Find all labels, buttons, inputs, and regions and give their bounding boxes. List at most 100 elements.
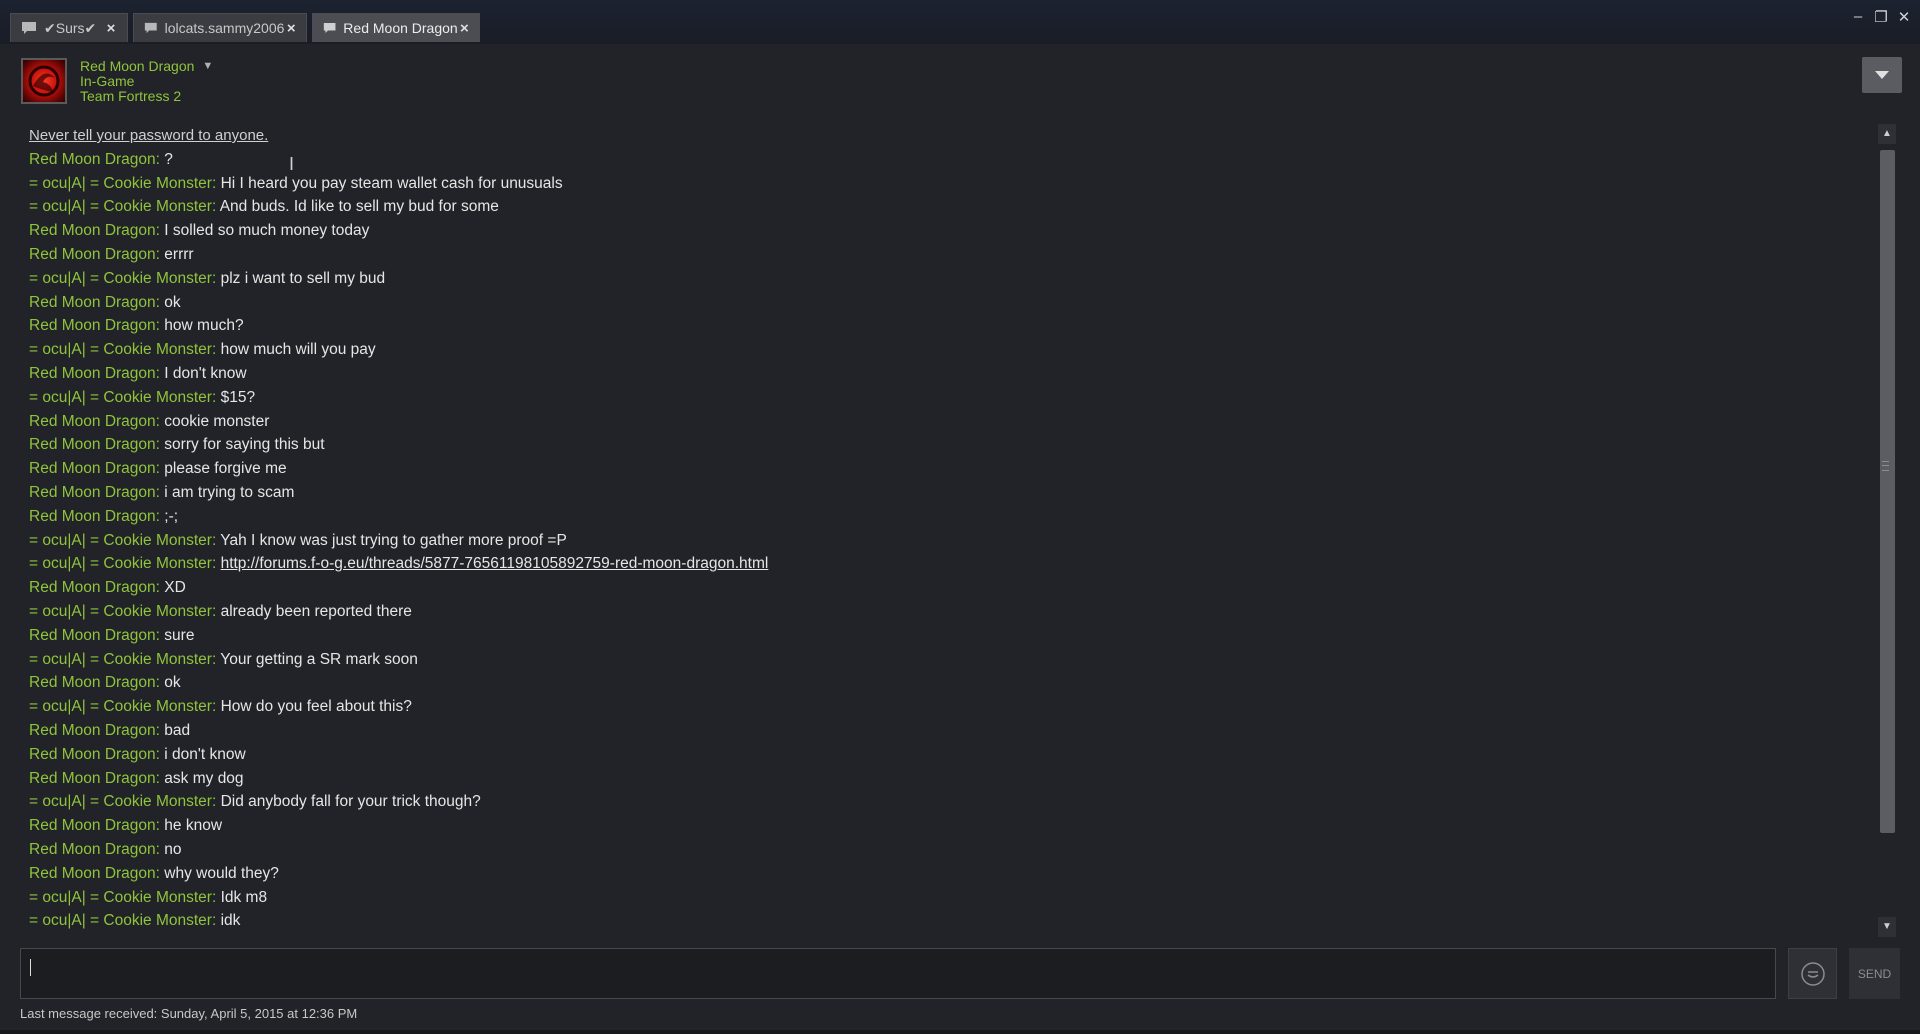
chat-message: Red Moon Dragon: ok	[20, 291, 1880, 315]
message-sender: Red Moon Dragon	[29, 840, 156, 858]
message-sender: Red Moon Dragon	[29, 721, 156, 739]
message-separator: :	[155, 507, 165, 525]
scroll-down-icon[interactable]: ▼	[1878, 917, 1896, 937]
message-separator: :	[211, 912, 221, 930]
message-link[interactable]: http://forums.f-o-g.eu/threads/5877-7656…	[221, 555, 769, 572]
message-text: ?	[164, 150, 173, 168]
last-message-received: Last message received: Sunday, April 5, …	[20, 1006, 358, 1021]
message-text: how much will you pay	[220, 341, 376, 359]
chat-message: Red Moon Dragon: i am trying to scam	[20, 481, 1880, 505]
message-separator: :	[211, 888, 221, 906]
chat-log: Never tell your password to anyone. Red …	[20, 124, 1880, 938]
scroll-thumb[interactable]	[1880, 150, 1895, 833]
message-text: Your getting a SR mark soon	[220, 650, 418, 668]
chat-message: Red Moon Dragon: I solled so much money …	[20, 219, 1880, 243]
chat-message: Red Moon Dragon: he know	[20, 814, 1880, 838]
message-sender: Red Moon Dragon	[29, 436, 156, 454]
chat-message: Red Moon Dragon: sure	[20, 624, 1880, 648]
message-separator: :	[155, 245, 165, 263]
chat-message: Red Moon Dragon: why would they?	[20, 862, 1880, 886]
message-text: cookie monster	[164, 412, 270, 430]
close-window-icon[interactable]: ✕	[1894, 8, 1914, 26]
tab-surs[interactable]: ✔Surs✔ ×	[10, 13, 128, 42]
message-text: ok	[164, 674, 181, 692]
tab-red-moon-dragon[interactable]: Red Moon Dragon ×	[312, 13, 480, 42]
emoticon-button[interactable]	[1788, 948, 1837, 999]
chat-message: = ocu|A| = Cookie Monster: Your getting …	[20, 648, 1880, 672]
message-text: i don't know	[164, 745, 246, 763]
restore-icon[interactable]: ❐	[1871, 8, 1891, 26]
chat-message: Red Moon Dragon: no	[20, 838, 1880, 862]
message-sender: Red Moon Dragon	[29, 745, 156, 763]
message-sender: Red Moon Dragon	[29, 222, 156, 240]
message-sender: = ocu|A| = Cookie Monster	[29, 341, 212, 359]
message-separator: :	[155, 840, 165, 858]
chat-scrollbar[interactable]: ▲ ▼	[1878, 124, 1896, 937]
message-sender: Red Moon Dragon	[29, 293, 156, 311]
message-separator: :	[155, 579, 165, 597]
message-sender: Red Moon Dragon	[29, 483, 156, 501]
chat-message: = ocu|A| = Cookie Monster: plz i want to…	[20, 267, 1880, 291]
message-separator: :	[211, 198, 220, 216]
bottom-strip	[0, 1030, 1920, 1034]
message-sender: Red Moon Dragon	[29, 364, 156, 382]
friend-name[interactable]: Red Moon Dragon ▼	[80, 58, 213, 74]
message-sender: = ocu|A| = Cookie Monster	[29, 555, 212, 573]
message-text: he know	[164, 817, 223, 835]
message-sender: = ocu|A| = Cookie Monster	[29, 912, 212, 930]
avatar[interactable]	[21, 58, 67, 104]
header-menu-button[interactable]	[1862, 57, 1902, 93]
chat-message: Red Moon Dragon: ok	[20, 671, 1880, 695]
message-text: sure	[164, 626, 195, 644]
chevron-down-icon[interactable]: ▼	[202, 60, 213, 72]
close-icon[interactable]: ×	[458, 20, 471, 37]
password-notice: Never tell your password to anyone.	[29, 127, 269, 144]
smiley-icon	[1800, 961, 1825, 986]
chat-message: = ocu|A| = Cookie Monster: Hi I heard yo…	[20, 172, 1880, 196]
tab-lolcats[interactable]: lolcats.sammy2006 ×	[133, 13, 307, 42]
message-text: XD	[164, 579, 186, 597]
chat-header: Red Moon Dragon ▼ In-Game Team Fortress …	[0, 44, 1920, 114]
scroll-up-icon[interactable]: ▲	[1878, 124, 1896, 144]
message-text: please forgive me	[164, 460, 287, 478]
message-separator: :	[155, 412, 165, 430]
message-list: Red Moon Dragon: ? = ocu|A| = Cookie Mons…	[20, 148, 1880, 933]
message-separator: :	[155, 436, 165, 454]
chat-message: = ocu|A| = Cookie Monster: how much will…	[20, 338, 1880, 362]
message-separator: :	[155, 460, 165, 478]
minimize-icon[interactable]: –	[1848, 8, 1868, 25]
chat-message: Red Moon Dragon: i don't know	[20, 743, 1880, 767]
close-icon[interactable]: ×	[284, 20, 298, 37]
message-separator: :	[155, 293, 165, 311]
input-caret	[30, 959, 31, 976]
message-text: Idk m8	[220, 888, 268, 906]
message-text: no	[164, 840, 182, 858]
close-icon[interactable]: ×	[103, 20, 119, 37]
message-text: ok	[164, 293, 181, 311]
chat-bubble-icon	[22, 22, 36, 34]
message-separator: :	[211, 555, 221, 573]
message-text: ask my dog	[164, 769, 244, 787]
message-separator: :	[211, 698, 221, 716]
message-text: i am trying to scam	[164, 483, 295, 501]
message-separator: :	[211, 269, 221, 287]
chat-message: Red Moon Dragon: XD	[20, 576, 1880, 600]
friend-game: Team Fortress 2	[80, 88, 182, 104]
send-button[interactable]: SEND	[1849, 948, 1900, 999]
message-sender: Red Moon Dragon	[29, 769, 156, 787]
message-sender: = ocu|A| = Cookie Monster	[29, 388, 212, 406]
chat-bubble-icon	[144, 22, 157, 34]
chat-message: = ocu|A| = Cookie Monster: And buds. Id …	[20, 195, 1880, 219]
message-sender: Red Moon Dragon	[29, 507, 156, 525]
message-sender: = ocu|A| = Cookie Monster	[29, 698, 212, 716]
message-text: Yah I know was just trying to gather mor…	[220, 531, 567, 549]
message-input[interactable]	[20, 948, 1776, 999]
chat-message: = ocu|A| = Cookie Monster: Yah I know wa…	[20, 529, 1880, 553]
message-text: errrr	[164, 245, 194, 263]
friend-name-label: Red Moon Dragon	[80, 58, 195, 74]
chat-message: = ocu|A| = Cookie Monster: Did anybody f…	[20, 790, 1880, 814]
message-separator: :	[155, 317, 165, 335]
message-sender: Red Moon Dragon	[29, 317, 156, 335]
chat-message: Red Moon Dragon: cookie monster	[20, 410, 1880, 434]
chat-message: = ocu|A| = Cookie Monster: How do you fe…	[20, 695, 1880, 719]
